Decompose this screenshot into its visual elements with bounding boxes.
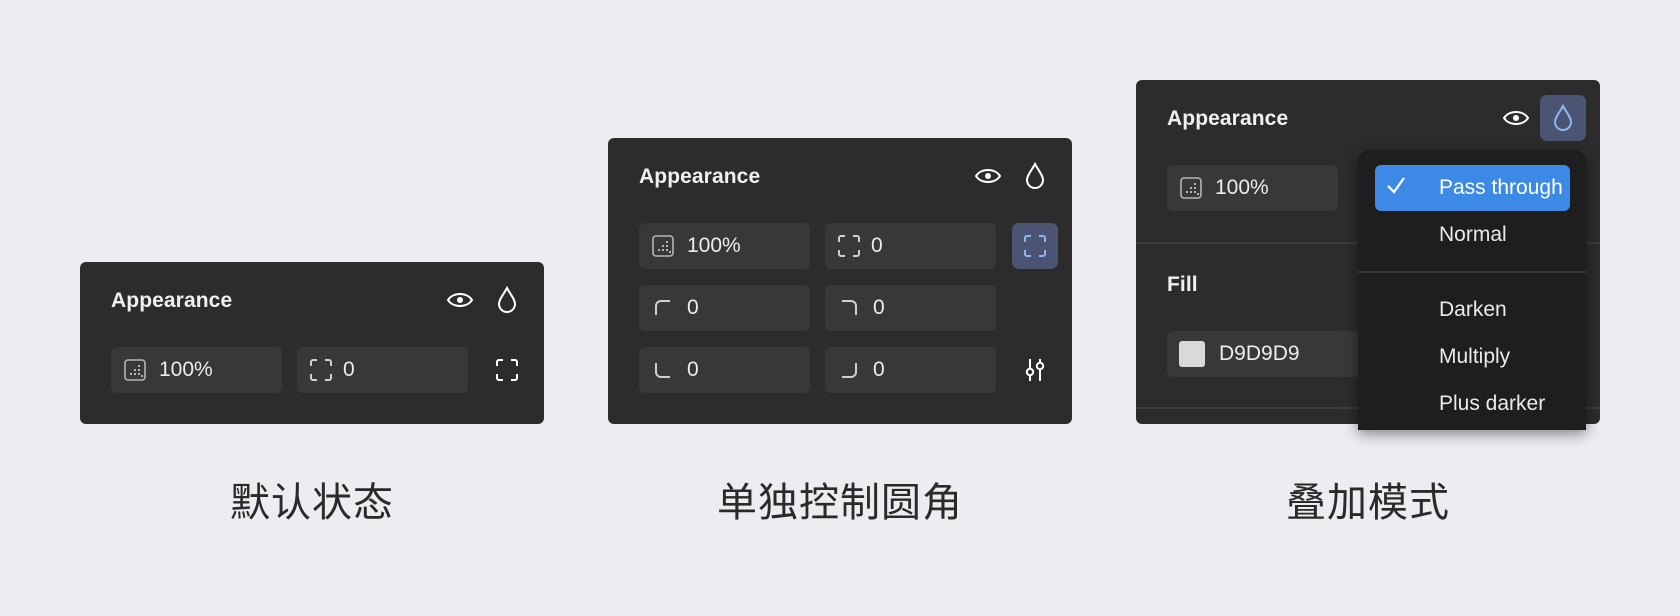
visibility-button[interactable]	[1493, 95, 1539, 141]
corner-radius-field[interactable]: 0	[825, 223, 996, 269]
opacity-icon	[123, 358, 147, 382]
drop-icon	[1553, 104, 1573, 131]
color-swatch[interactable]	[1179, 341, 1205, 367]
corner-settings-button[interactable]	[1012, 347, 1058, 393]
corner-radius-value: 0	[871, 234, 883, 257]
fill-section-title: Fill	[1167, 273, 1198, 296]
check-icon	[1385, 174, 1407, 202]
opacity-icon	[1179, 176, 1203, 200]
menu-separator	[1358, 271, 1586, 273]
appearance-panel-corners: Appearance 100% 0 0 0 0 0	[608, 138, 1072, 424]
caption-default-state: 默认状态	[230, 480, 394, 526]
independent-corners-icon	[1024, 235, 1046, 257]
opacity-value: 100%	[687, 234, 741, 257]
bottom-left-radius-field[interactable]: 0	[639, 347, 810, 393]
panel-title: Appearance	[111, 289, 233, 312]
corner-radius-icon	[837, 234, 861, 258]
panel-title: Appearance	[1167, 107, 1289, 130]
corner-radius-field[interactable]: 0	[297, 347, 468, 393]
bottom-right-radius-value: 0	[873, 358, 885, 381]
opacity-field[interactable]: 100%	[639, 223, 810, 269]
corner-radius-icon	[309, 358, 333, 382]
visibility-button[interactable]	[437, 277, 483, 323]
top-left-radius-value: 0	[687, 296, 699, 319]
caption-independent-corners: 单独控制圆角	[717, 480, 963, 526]
menu-item-label: Darken	[1439, 298, 1507, 321]
menu-item-plus-darker[interactable]: Plus darker	[1375, 381, 1570, 427]
independent-corners-icon	[496, 359, 518, 381]
blend-mode-button[interactable]	[1012, 153, 1058, 199]
top-right-radius-field[interactable]: 0	[825, 285, 996, 331]
blend-mode-button[interactable]	[1540, 95, 1586, 141]
drop-icon	[1025, 162, 1045, 189]
fill-color-field[interactable]: D9D9D9	[1167, 331, 1367, 377]
blend-mode-menu: Pass through Normal Darken Multiply Plus…	[1358, 150, 1586, 430]
eye-icon	[1502, 111, 1530, 125]
caption-blend-mode: 叠加模式	[1286, 480, 1450, 526]
independent-corners-button[interactable]	[484, 347, 530, 393]
drop-icon	[497, 286, 517, 313]
menu-item-darken[interactable]: Darken	[1375, 287, 1570, 333]
menu-item-label: Multiply	[1439, 345, 1511, 368]
top-left-radius-field[interactable]: 0	[639, 285, 810, 331]
bottom-right-radius-field[interactable]: 0	[825, 347, 996, 393]
opacity-value: 100%	[159, 358, 213, 381]
sliders-icon	[1025, 359, 1045, 381]
menu-item-label: Pass through	[1439, 176, 1563, 199]
fill-hex-value: D9D9D9	[1219, 342, 1300, 365]
menu-item-pass-through[interactable]: Pass through	[1375, 165, 1570, 211]
menu-item-label: Plus darker	[1439, 392, 1546, 415]
menu-item-normal[interactable]: Normal	[1375, 212, 1570, 258]
opacity-field[interactable]: 100%	[1167, 165, 1338, 211]
opacity-field[interactable]: 100%	[111, 347, 282, 393]
panel-title: Appearance	[639, 165, 761, 188]
corner-bottom-left-icon	[651, 358, 675, 382]
corner-top-left-icon	[651, 296, 675, 320]
corner-bottom-right-icon	[837, 358, 861, 382]
independent-corners-button[interactable]	[1012, 223, 1058, 269]
visibility-button[interactable]	[965, 153, 1011, 199]
opacity-icon	[651, 234, 675, 258]
corner-top-right-icon	[837, 296, 861, 320]
opacity-value: 100%	[1215, 176, 1269, 199]
blend-mode-button[interactable]	[484, 277, 530, 323]
top-right-radius-value: 0	[873, 296, 885, 319]
menu-item-multiply[interactable]: Multiply	[1375, 334, 1570, 380]
corner-radius-value: 0	[343, 358, 355, 381]
eye-icon	[446, 293, 474, 307]
menu-item-label: Normal	[1439, 223, 1507, 246]
appearance-panel-default: Appearance 100% 0	[80, 262, 544, 424]
eye-icon	[974, 169, 1002, 183]
bottom-left-radius-value: 0	[687, 358, 699, 381]
